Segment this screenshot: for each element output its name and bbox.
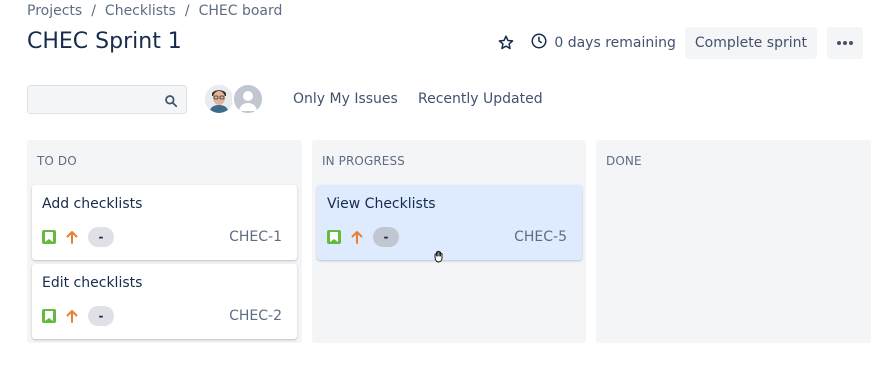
issue-card-footer: - CHEC-2 [42, 305, 282, 327]
breadcrumb-projects[interactable]: Projects [27, 1, 82, 21]
priority-high-icon [65, 309, 79, 323]
estimate-badge: - [88, 306, 114, 326]
more-icon [837, 41, 853, 45]
column-done: DONE [596, 140, 871, 343]
search-input[interactable] [28, 86, 186, 113]
assignee-filter [203, 83, 264, 115]
column-in-progress: IN PROGRESS View Checklists - CHEC-5 [312, 140, 586, 343]
column-header: IN PROGRESS [322, 154, 405, 168]
avatar-unassigned[interactable] [232, 83, 264, 115]
issue-summary: Add checklists [42, 196, 143, 212]
story-icon [42, 230, 56, 244]
quick-filter-recently-updated[interactable]: Recently Updated [418, 88, 543, 110]
grab-cursor-icon [432, 248, 450, 268]
issue-key[interactable]: CHEC-2 [229, 308, 282, 324]
breadcrumb-board[interactable]: CHEC board [199, 1, 283, 21]
header-actions: 0 days remaining Complete sprint [494, 27, 863, 59]
issue-summary: Edit checklists [42, 275, 143, 291]
breadcrumb-separator: / [184, 3, 190, 19]
column-header: TO DO [37, 154, 77, 168]
avatar[interactable] [203, 83, 235, 115]
page-title: CHEC Sprint 1 [27, 29, 182, 54]
issue-card[interactable]: Add checklists - CHEC-1 [32, 185, 297, 260]
priority-high-icon [350, 230, 364, 244]
more-actions-button[interactable] [827, 27, 863, 59]
column-todo: TO DO Add checklists - CHEC-1 Edit check… [27, 140, 302, 343]
sprint-time-remaining: 0 days remaining [530, 32, 676, 54]
quick-filter-only-my-issues[interactable]: Only My Issues [293, 88, 398, 110]
breadcrumb-separator: / [91, 3, 96, 19]
star-icon[interactable] [494, 31, 518, 55]
story-icon [42, 309, 56, 323]
complete-sprint-button[interactable]: Complete sprint [684, 27, 817, 59]
breadcrumb-checklists[interactable]: Checklists [105, 1, 176, 21]
column-header: DONE [606, 154, 642, 168]
search-box [27, 85, 187, 114]
search-icon[interactable] [164, 93, 178, 112]
issue-key[interactable]: CHEC-1 [229, 229, 282, 245]
issue-card-footer: - CHEC-1 [42, 226, 282, 248]
days-remaining-label: 0 days remaining [554, 35, 676, 51]
breadcrumb: Projects / Checklists / CHEC board [27, 1, 282, 21]
issue-summary: View Checklists [327, 196, 436, 212]
issue-key[interactable]: CHEC-5 [514, 229, 567, 245]
clock-icon [530, 32, 548, 54]
issue-card[interactable]: Edit checklists - CHEC-2 [32, 264, 297, 339]
sprint-board-page: Projects / Checklists / CHEC board CHEC … [0, 0, 886, 366]
issue-card-footer: - CHEC-5 [327, 226, 567, 248]
estimate-badge: - [373, 227, 399, 247]
estimate-badge: - [88, 227, 114, 247]
story-icon [327, 230, 341, 244]
priority-high-icon [65, 230, 79, 244]
